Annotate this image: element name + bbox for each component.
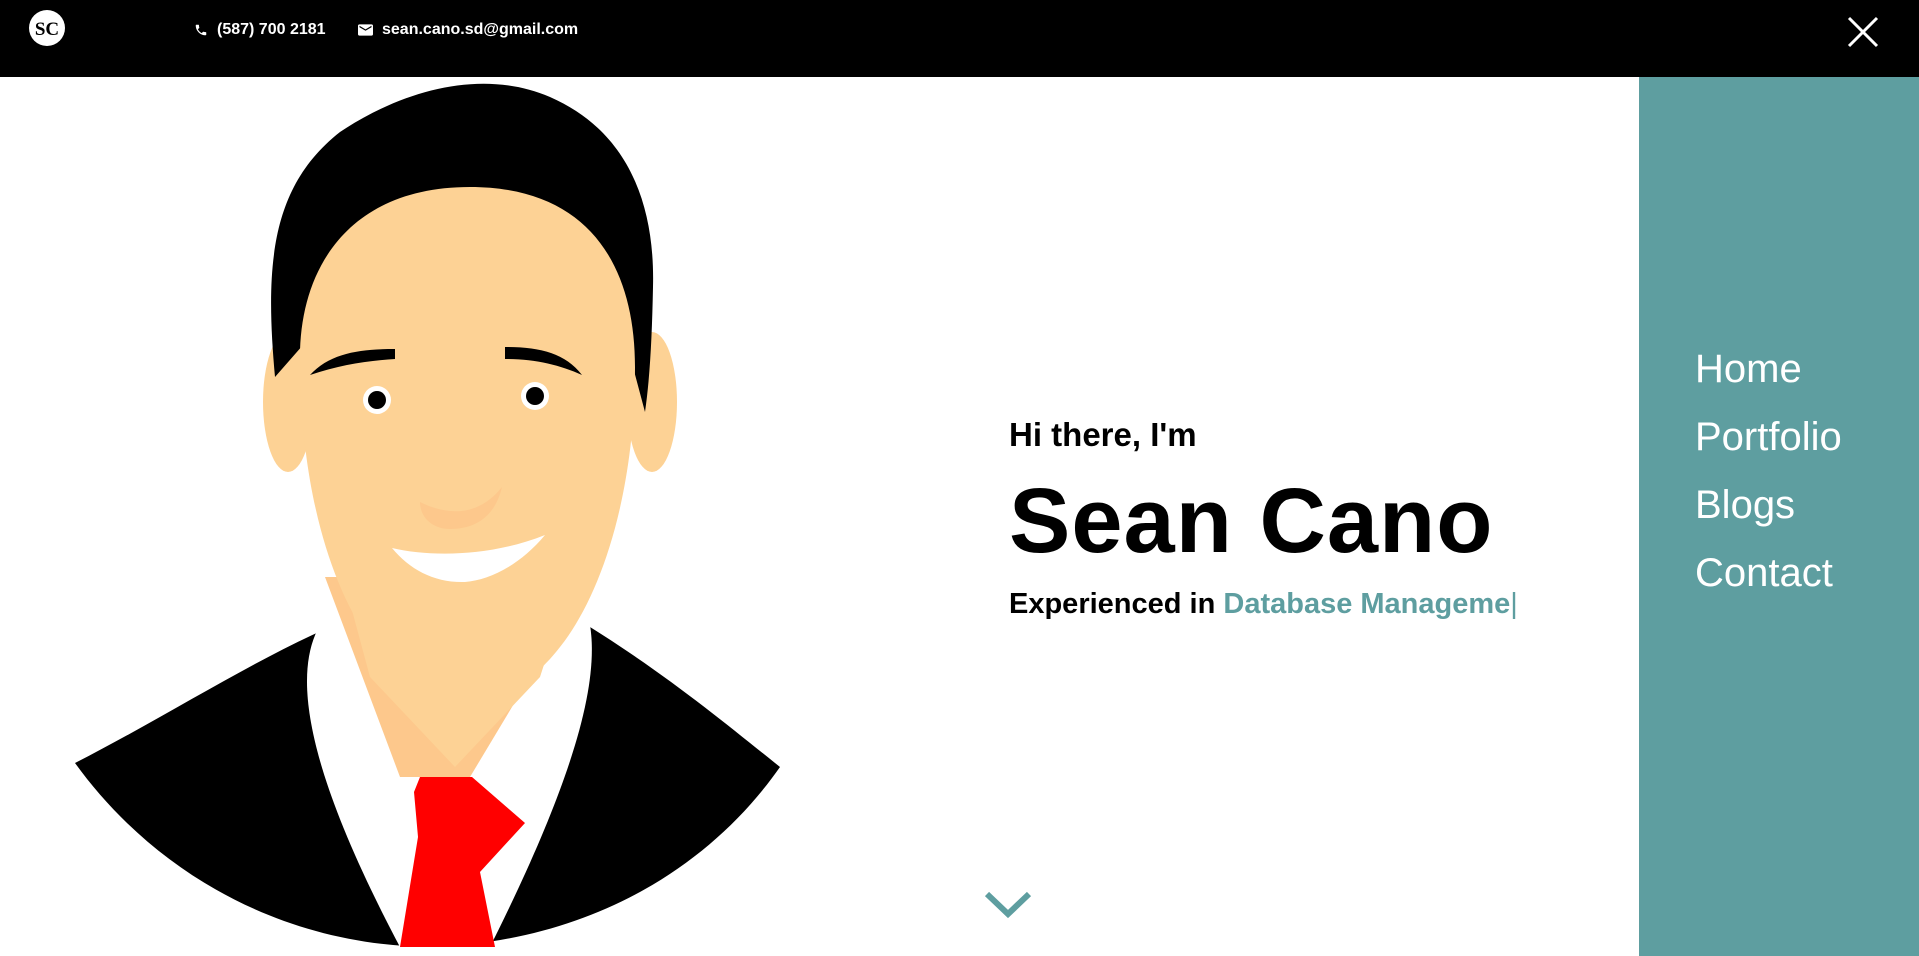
hero-tagline: Experienced in Database Manageme| [1009,590,1518,619]
phone-icon [195,24,207,36]
sc-logo[interactable]: SC [28,9,66,47]
hero-name: Sean Cano [1009,470,1494,572]
side-nav-panel: Home Portfolio Blogs Contact [1639,77,1919,956]
email-address: sean.cano.sd@gmail.com [382,21,579,38]
phone-number: (587) 700 2181 [217,21,326,38]
nav-item-blogs[interactable]: Blogs [1695,471,1842,539]
email-icon [358,24,373,36]
nav-item-home[interactable]: Home [1695,335,1842,403]
nav-item-portfolio[interactable]: Portfolio [1695,403,1842,471]
close-icon[interactable] [1846,15,1880,49]
top-bar: SC (587) 700 2181 sean.cano.sd@gmail.com [0,0,1919,77]
chevron-down-icon[interactable] [983,889,1033,919]
tagline-typed-skill: Database Manageme [1223,588,1511,620]
email-contact[interactable]: sean.cano.sd@gmail.com [358,21,578,39]
nav-item-contact[interactable]: Contact [1695,539,1842,607]
typing-cursor: | [1510,588,1518,620]
nav-menu: Home Portfolio Blogs Contact [1695,335,1842,607]
avatar-illustration [75,83,780,947]
hero-section: Hi there, I'm Sean Cano Experienced in D… [1009,416,1518,619]
logo-text: SC [35,19,59,40]
greeting-text: Hi there, I'm [1009,416,1197,453]
tagline-prefix: Experienced in [1009,588,1216,620]
phone-contact[interactable]: (587) 700 2181 [194,21,326,39]
